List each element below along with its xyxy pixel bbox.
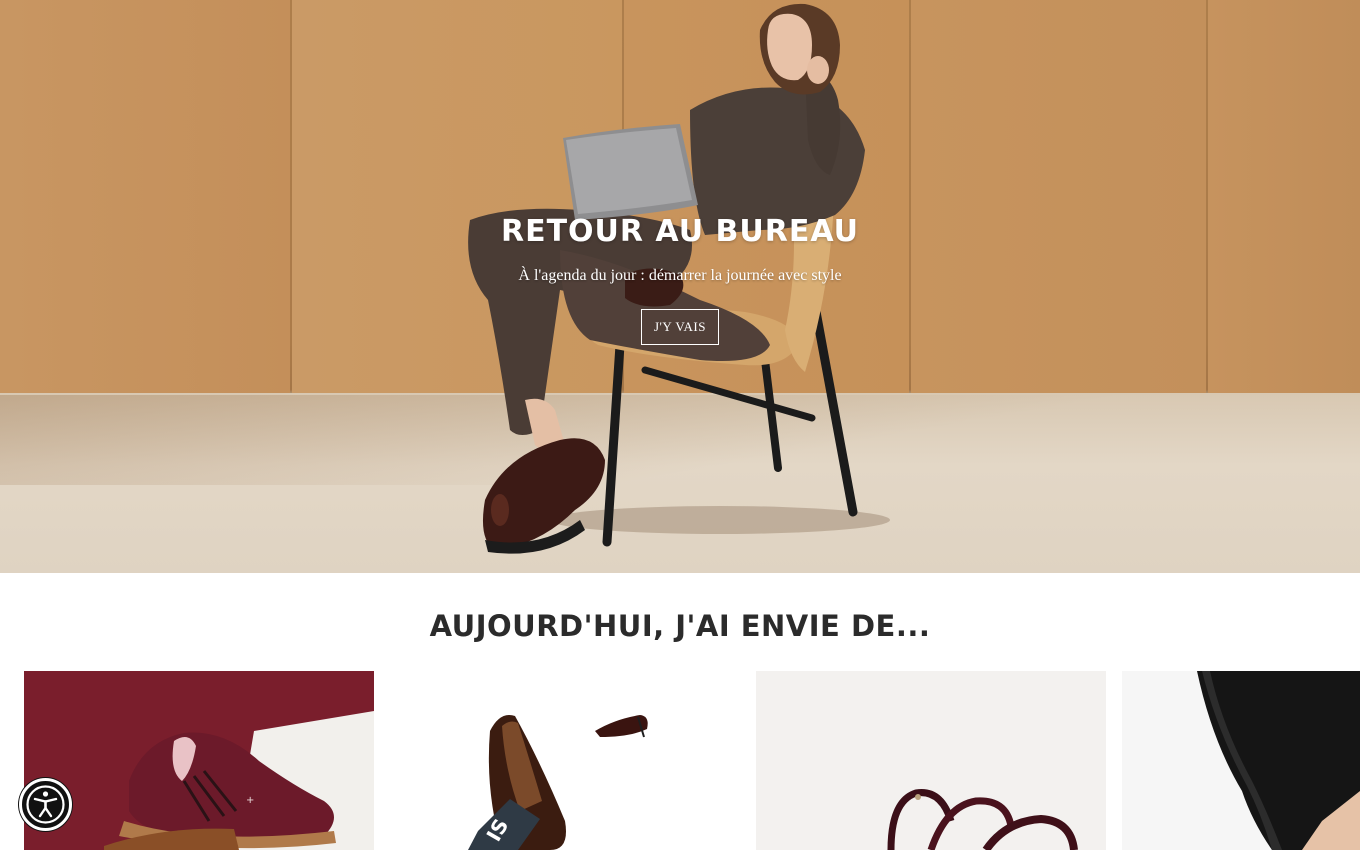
category-card-loafers[interactable]: IS [390,671,740,850]
loafer-and-pump-image: IS [390,671,740,850]
black-trousers-image [1122,671,1360,850]
svg-text:+: + [246,795,254,806]
category-card-trousers[interactable] [1122,671,1360,850]
category-card-sandals[interactable] [756,671,1106,850]
burgundy-sandal-image [756,671,1106,850]
burgundy-sneaker-image: + [24,671,374,850]
hero-banner: RETOUR AU BUREAU À l'agenda du jour : dé… [0,0,1360,573]
hero-content: RETOUR AU BUREAU À l'agenda du jour : dé… [0,212,1360,345]
hero-subtitle: À l'agenda du jour : démarrer la journée… [518,267,842,284]
accessibility-icon [26,785,65,824]
hero-title: RETOUR AU BUREAU [500,214,860,249]
category-card-sneakers[interactable]: + [24,671,374,850]
hero-cta-button[interactable]: J'Y VAIS [641,309,719,345]
accessibility-button[interactable] [19,778,72,831]
section-title: AUJOURD'HUI, J'AI ENVIE DE... [429,609,931,643]
